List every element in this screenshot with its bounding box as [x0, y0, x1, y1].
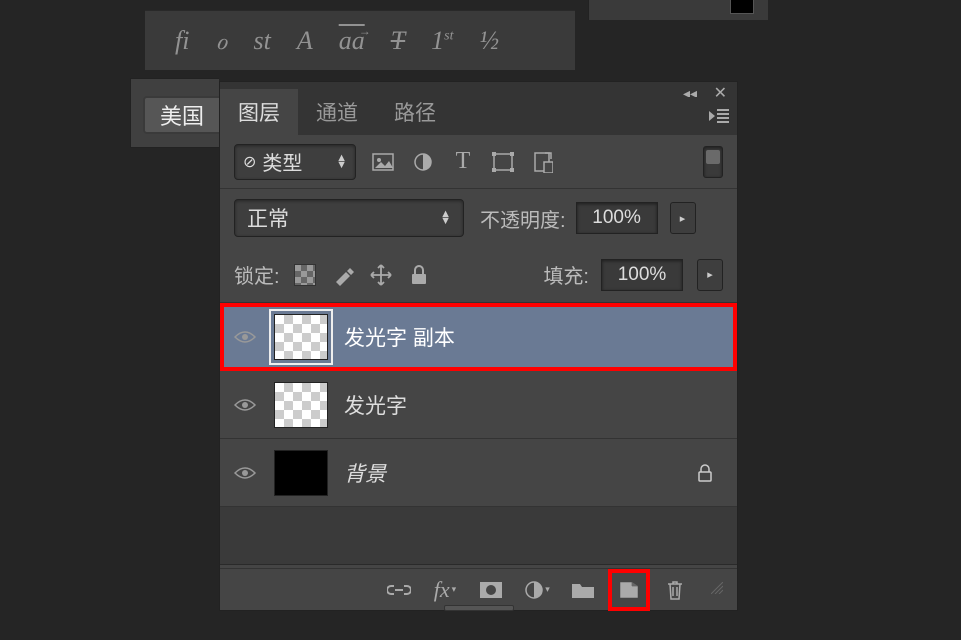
- layer-thumbnail[interactable]: [274, 450, 328, 496]
- panel-footer: fx▾ ▾: [220, 568, 737, 610]
- lock-fill-row: 锁定: 填充: 100% ▸: [220, 247, 737, 303]
- layer-name[interactable]: 发光字 副本: [344, 322, 723, 352]
- visibility-eye-icon[interactable]: [234, 398, 258, 412]
- filter-pixel-icon[interactable]: [370, 150, 396, 174]
- lock-transparency-icon[interactable]: [292, 262, 318, 288]
- filter-adjustment-icon[interactable]: [410, 150, 436, 174]
- fill-flyout-icon[interactable]: ▸: [697, 259, 723, 291]
- lock-label: 锁定:: [234, 260, 280, 289]
- language-button[interactable]: 美国: [143, 96, 219, 134]
- blend-mode-label: 正常: [247, 203, 289, 233]
- ordinal-icon[interactable]: 1st: [431, 26, 453, 56]
- layer-group-icon[interactable]: [569, 576, 597, 604]
- filter-type-dropdown[interactable]: ⊘ 类型 ▲▼: [234, 144, 356, 180]
- new-layer-icon[interactable]: [615, 576, 643, 604]
- layers-empty-area: [220, 507, 737, 565]
- lock-all-icon[interactable]: [406, 262, 432, 288]
- filter-shape-icon[interactable]: [490, 150, 516, 174]
- layers-list: 发光字 副本 发光字 背景: [220, 303, 737, 565]
- opacity-label: 不透明度:: [480, 204, 566, 233]
- titling-icon[interactable]: A: [297, 26, 313, 56]
- tab-paths[interactable]: 路径: [376, 89, 454, 135]
- tab-layers[interactable]: 图层: [220, 89, 298, 135]
- ligature-fi-icon[interactable]: fi: [175, 26, 189, 56]
- top-panel-remnant: [588, 0, 768, 20]
- lock-position-icon[interactable]: [368, 262, 394, 288]
- link-layers-icon[interactable]: [385, 576, 413, 604]
- resize-grip-icon[interactable]: [711, 582, 727, 598]
- color-swatch: [730, 0, 754, 14]
- tab-channels[interactable]: 通道: [298, 89, 376, 135]
- visibility-eye-icon[interactable]: [234, 466, 258, 480]
- lock-pixels-icon[interactable]: [330, 262, 356, 288]
- visibility-eye-icon[interactable]: [234, 330, 258, 344]
- panel-tabs: 图层 通道 路径: [220, 97, 737, 135]
- search-icon: ⊘: [243, 152, 256, 172]
- blend-mode-dropdown[interactable]: 正常 ▲▼: [234, 199, 464, 237]
- layer-row[interactable]: 发光字 副本: [220, 303, 737, 371]
- ligature-st-icon[interactable]: st: [253, 26, 270, 56]
- layer-thumbnail[interactable]: [274, 314, 328, 360]
- dropdown-arrows-icon: ▲▼: [336, 155, 347, 169]
- opacity-flyout-icon[interactable]: ▸: [670, 202, 696, 234]
- layer-effects-icon[interactable]: fx▾: [431, 576, 459, 604]
- flyout-menu-icon[interactable]: [709, 109, 729, 123]
- layer-filter-row: ⊘ 类型 ▲▼ T: [220, 135, 737, 189]
- layer-lock-icon[interactable]: [697, 464, 713, 482]
- typography-toolbar: fi ℴ st A aa→ T 1st ½: [145, 10, 575, 70]
- fill-label: 填充:: [543, 260, 589, 289]
- swash-icon[interactable]: ℴ: [215, 26, 227, 56]
- layer-name[interactable]: 背景: [344, 458, 681, 488]
- panel-drag-handle[interactable]: [444, 605, 514, 611]
- dropdown-arrows-icon: ▲▼: [440, 211, 451, 225]
- opacity-input[interactable]: 100%: [576, 202, 658, 234]
- blend-opacity-row: 正常 ▲▼ 不透明度: 100% ▸: [220, 189, 737, 247]
- filter-smartobject-icon[interactable]: [530, 150, 556, 174]
- ornament-icon[interactable]: T: [391, 26, 405, 56]
- fraction-icon[interactable]: ½: [480, 26, 500, 56]
- layer-row[interactable]: 背景: [220, 439, 737, 507]
- layers-panel: ◂◂ ✕ 图层 通道 路径 ⊘ 类型 ▲▼ T 正常 ▲▼: [219, 81, 738, 611]
- adjustment-layer-icon[interactable]: ▾: [523, 576, 551, 604]
- fill-input[interactable]: 100%: [601, 259, 683, 291]
- layer-row[interactable]: 发光字: [220, 371, 737, 439]
- filter-toggle-switch[interactable]: [703, 146, 723, 178]
- layer-name[interactable]: 发光字: [344, 390, 723, 420]
- filter-type-icon[interactable]: T: [450, 150, 476, 174]
- layer-thumbnail[interactable]: [274, 382, 328, 428]
- filter-type-label: 类型: [262, 147, 302, 176]
- stylistic-alt-icon[interactable]: aa→: [339, 26, 365, 56]
- layer-mask-icon[interactable]: [477, 576, 505, 604]
- delete-layer-icon[interactable]: [661, 576, 689, 604]
